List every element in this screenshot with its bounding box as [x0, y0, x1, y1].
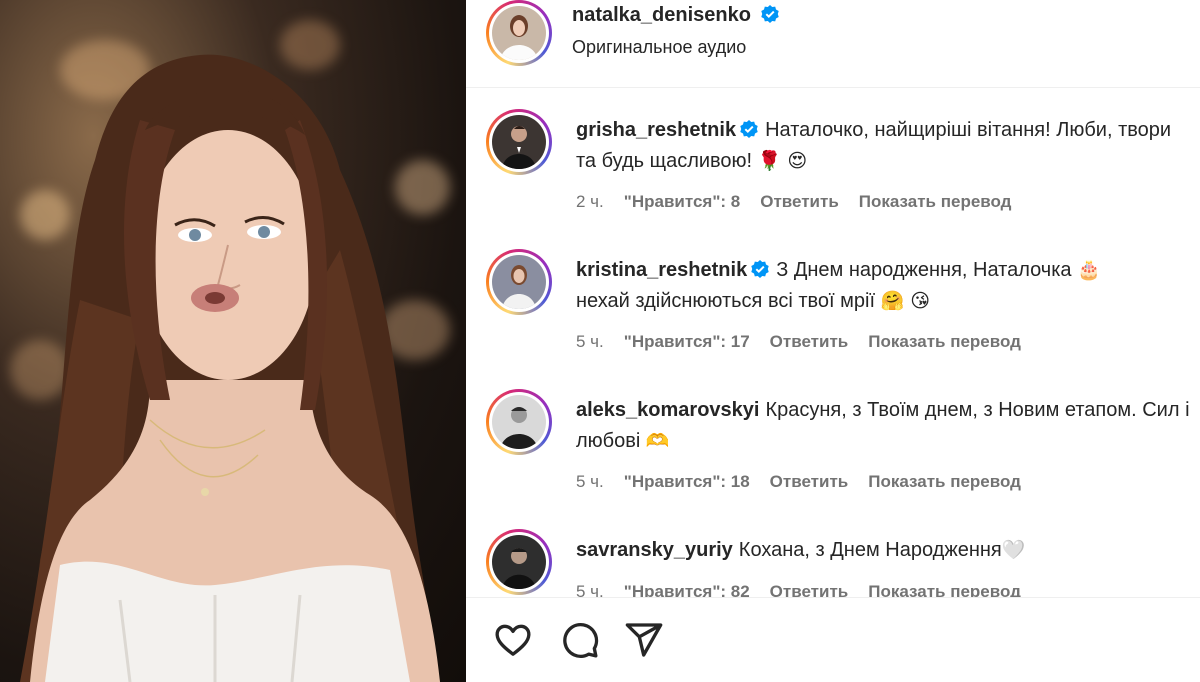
- commenter-avatar[interactable]: [486, 389, 552, 455]
- author-username[interactable]: natalka_denisenko: [572, 4, 780, 27]
- commenter-avatar[interactable]: [486, 109, 552, 175]
- comment-time[interactable]: 5 ч.: [576, 582, 604, 597]
- verified-badge-icon: [740, 120, 758, 138]
- comment-meta: 5 ч. "Нравится": 17 Ответить Показать перев…: [576, 332, 1041, 352]
- share-icon[interactable]: [624, 620, 664, 660]
- post-actions-bar: [466, 597, 1200, 682]
- reply-button[interactable]: Ответить: [770, 332, 849, 351]
- comment-likes[interactable]: "Нравится": 82: [624, 582, 750, 597]
- show-translation-button[interactable]: Показать перевод: [868, 472, 1021, 491]
- post-header: natalka_denisenko Оригинальное аудио: [466, 0, 1200, 88]
- comment-likes[interactable]: "Нравится": 17: [624, 332, 750, 351]
- comment-meta: 5 ч. "Нравится": 18 Ответить Показать перев…: [576, 472, 1041, 492]
- comment-text: grisha_reshetnik Наталочко, найщиріші віт…: [576, 119, 1172, 172]
- comment-item: kristina_reshetnik З Днем народження, Нат…: [466, 229, 1200, 369]
- comment-time[interactable]: 2 ч.: [576, 192, 604, 211]
- emoji: 🤍: [1001, 539, 1026, 561]
- emoji: 🎂: [1077, 259, 1101, 281]
- show-translation-button[interactable]: Показать перевод: [868, 582, 1021, 597]
- comment-item: savransky_yuriy Кохана, з Днем Народження…: [466, 509, 1200, 597]
- author-avatar[interactable]: [486, 0, 552, 66]
- comment-icon[interactable]: [560, 620, 600, 660]
- post-panel: natalka_denisenko Оригинальное аудио gri…: [466, 0, 1200, 682]
- commenter-username[interactable]: grisha_reshetnik: [576, 119, 759, 141]
- comment-likes[interactable]: "Нравится": 18: [624, 472, 750, 491]
- comment-item: grisha_reshetnik Наталочко, найщиріші віт…: [466, 89, 1200, 229]
- comment-text: savransky_yuriy Кохана, з Днем Народження…: [576, 539, 1026, 561]
- emoji: 🫶: [645, 430, 670, 452]
- audio-label[interactable]: Оригинальное аудио: [572, 37, 746, 58]
- commenter-avatar[interactable]: [486, 529, 552, 595]
- reply-button[interactable]: Ответить: [760, 192, 839, 211]
- comment-time[interactable]: 5 ч.: [576, 472, 604, 491]
- comment-item: aleks_komarovskyi Красуня, з Твоїм днем, …: [466, 369, 1200, 509]
- show-translation-button[interactable]: Показать перевод: [868, 332, 1021, 351]
- verified-badge-icon: [760, 5, 779, 23]
- emoji: 🌹 😍: [757, 150, 808, 172]
- comments-list[interactable]: grisha_reshetnik Наталочко, найщиріші віт…: [466, 89, 1200, 597]
- comment-meta: 5 ч. "Нравится": 82 Ответить Показать перев…: [576, 582, 1041, 597]
- woman-portrait-image: [20, 54, 440, 682]
- comment-time[interactable]: 5 ч.: [576, 332, 604, 351]
- reply-button[interactable]: Ответить: [770, 472, 849, 491]
- verified-badge-icon: [751, 260, 769, 278]
- reply-button[interactable]: Ответить: [770, 582, 849, 597]
- commenter-username[interactable]: savransky_yuriy: [576, 539, 733, 561]
- comment-text: aleks_komarovskyi Красуня, з Твоїм днем, …: [576, 399, 1190, 452]
- emoji: 🤗 😘: [880, 290, 931, 312]
- comment-likes[interactable]: "Нравится": 8: [624, 192, 740, 211]
- commenter-avatar[interactable]: [486, 249, 552, 315]
- comment-meta: 2 ч. "Нравится": 8 Ответить Показать перево…: [576, 192, 1031, 212]
- commenter-username[interactable]: kristina_reshetnik: [576, 259, 770, 281]
- post-media[interactable]: [0, 0, 466, 682]
- comment-text: kristina_reshetnik З Днем народження, Нат…: [576, 259, 1101, 312]
- commenter-username[interactable]: aleks_komarovskyi: [576, 399, 759, 421]
- show-translation-button[interactable]: Показать перевод: [859, 192, 1012, 211]
- heart-icon[interactable]: [493, 620, 533, 660]
